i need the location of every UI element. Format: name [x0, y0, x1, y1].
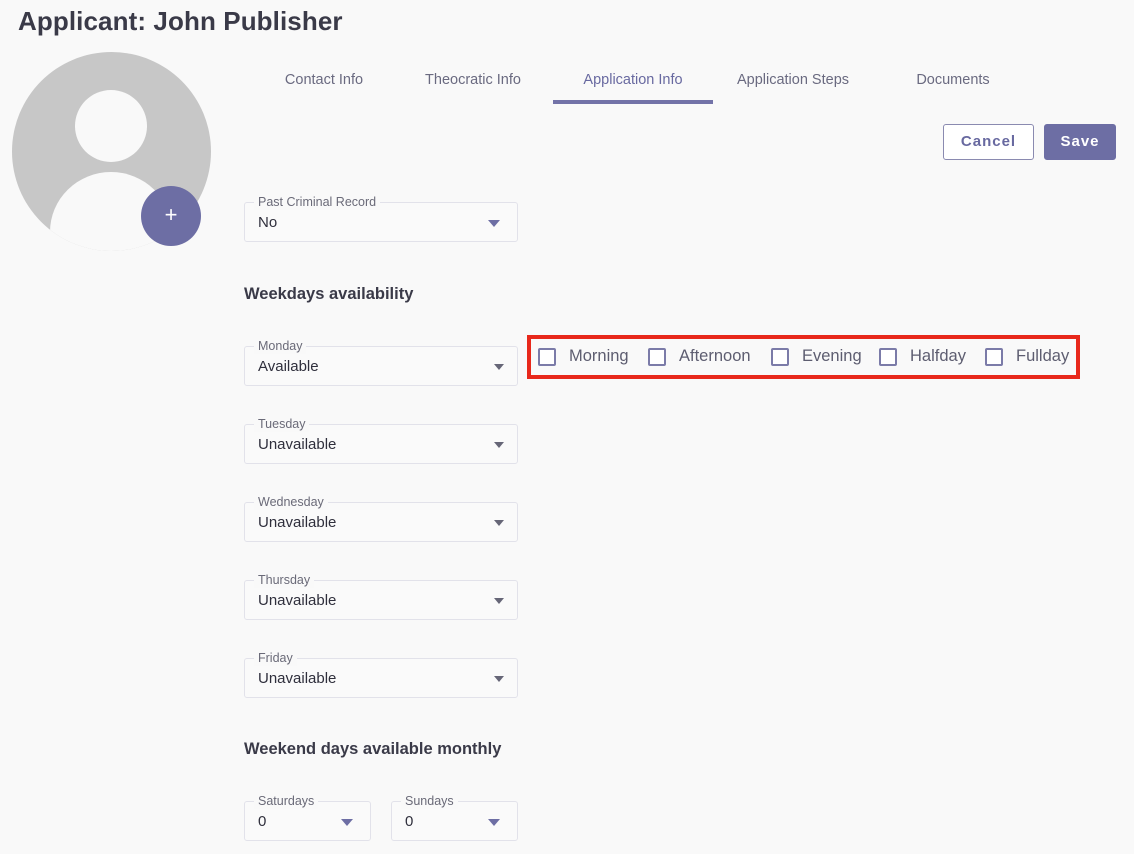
chevron-down-icon	[494, 364, 504, 370]
fullday-label: Fullday	[1016, 347, 1070, 365]
tab-application-info[interactable]: Application Info	[553, 60, 713, 104]
evening-label: Evening	[802, 347, 862, 365]
tab-application-steps[interactable]: Application Steps	[713, 60, 873, 104]
criminal-record-value: No	[258, 214, 278, 231]
chevron-down-icon	[494, 520, 504, 526]
tab-contact-info[interactable]: Contact Info	[244, 60, 404, 104]
tuesday-label: Tuesday	[254, 416, 310, 432]
page-title: Applicant: John Publisher	[18, 6, 343, 36]
thursday-value: Unavailable	[258, 592, 337, 609]
monday-label: Monday	[254, 338, 307, 354]
checkbox-box	[985, 348, 1003, 366]
chevron-down-icon	[488, 220, 500, 227]
saturdays-value: 0	[258, 813, 267, 830]
tab-documents[interactable]: Documents	[873, 60, 1033, 104]
monday-value: Available	[258, 358, 319, 375]
friday-label: Friday	[254, 650, 297, 666]
weekdays-section-title: Weekdays availability	[244, 285, 414, 303]
weekend-section-title: Weekend days available monthly	[244, 740, 502, 758]
chevron-down-icon	[494, 676, 504, 682]
avatar-head-shape	[75, 90, 147, 162]
checkbox-box	[648, 348, 666, 366]
friday-value: Unavailable	[258, 670, 337, 687]
criminal-record-select[interactable]: Past Criminal Record No	[244, 194, 518, 242]
sundays-select[interactable]: Sundays 0	[391, 793, 518, 841]
saturdays-select[interactable]: Saturdays 0	[244, 793, 371, 841]
add-photo-button[interactable]: +	[141, 186, 201, 246]
checkbox-box	[538, 348, 556, 366]
checkbox-box	[879, 348, 897, 366]
chevron-down-icon	[341, 819, 353, 826]
halfday-label: Halfday	[910, 347, 966, 365]
tuesday-select[interactable]: Tuesday Unavailable	[244, 416, 518, 464]
thursday-select[interactable]: Thursday Unavailable	[244, 572, 518, 620]
sundays-label: Sundays	[401, 793, 458, 809]
saturdays-label: Saturdays	[254, 793, 319, 809]
save-button[interactable]: Save	[1044, 124, 1116, 160]
chevron-down-icon	[488, 819, 500, 826]
morning-label: Morning	[569, 347, 629, 365]
sundays-value: 0	[405, 813, 414, 830]
tab-theocratic-info[interactable]: Theocratic Info	[393, 60, 553, 104]
checkbox-box	[771, 348, 789, 366]
chevron-down-icon	[494, 598, 504, 604]
wednesday-select[interactable]: Wednesday Unavailable	[244, 494, 518, 542]
tuesday-value: Unavailable	[258, 436, 337, 453]
criminal-record-label: Past Criminal Record	[254, 194, 381, 210]
chevron-down-icon	[494, 442, 504, 448]
wednesday-label: Wednesday	[254, 494, 328, 510]
afternoon-label: Afternoon	[679, 347, 751, 365]
friday-select[interactable]: Friday Unavailable	[244, 650, 518, 698]
tab-bar: Contact Info Theocratic Info Application…	[244, 60, 994, 104]
wednesday-value: Unavailable	[258, 514, 337, 531]
cancel-button[interactable]: Cancel	[943, 124, 1034, 160]
thursday-label: Thursday	[254, 572, 315, 588]
time-slot-group: Morning Afternoon Evening Halfday Fullda…	[527, 335, 1080, 379]
monday-select[interactable]: Monday Available	[244, 338, 518, 386]
